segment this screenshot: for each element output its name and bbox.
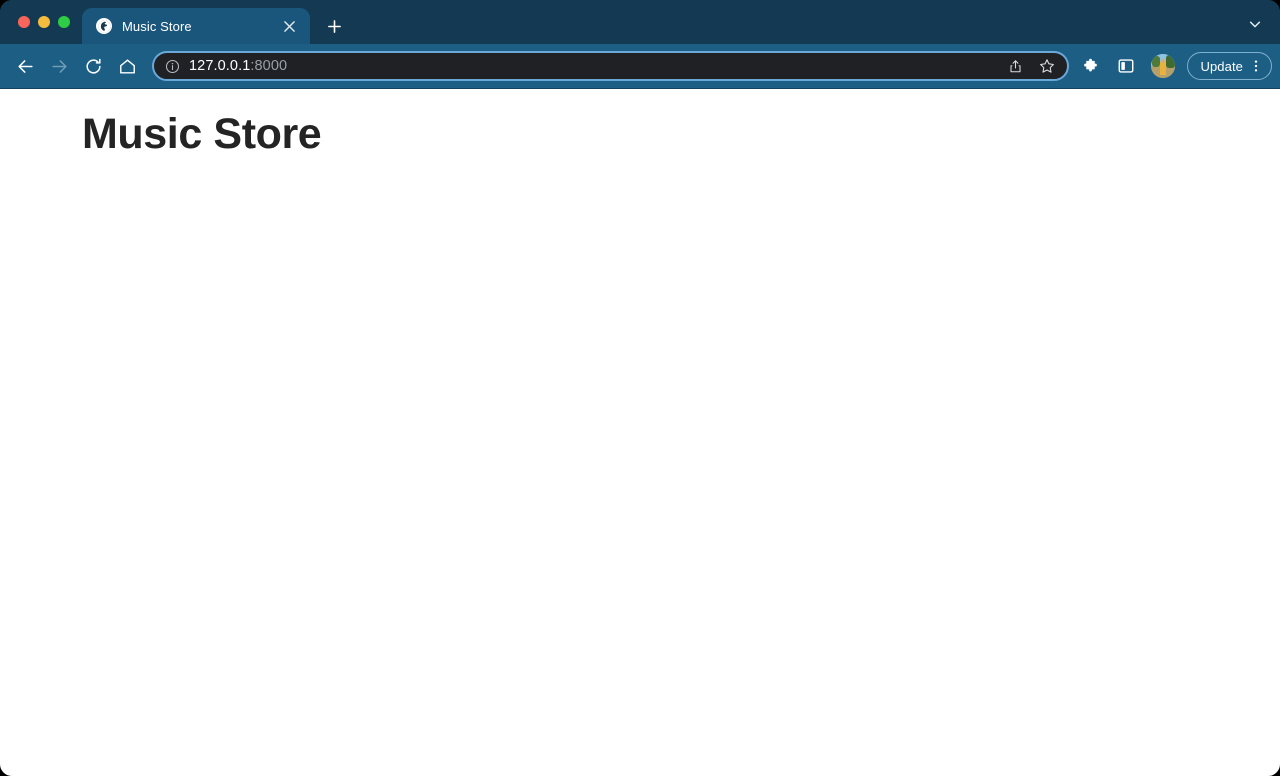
forward-arrow-icon[interactable] [44, 51, 74, 81]
browser-window: Music Store 127.0.0.1:8000 Update Music … [0, 0, 1280, 776]
chevron-down-icon[interactable] [1244, 13, 1266, 35]
window-close-button[interactable] [18, 16, 30, 28]
page-title: Music Store [82, 110, 322, 158]
back-arrow-icon[interactable] [10, 51, 40, 81]
side-panel-icon[interactable] [1111, 51, 1141, 81]
url-host: 127.0.0.1 [189, 58, 251, 74]
info-circle-icon[interactable] [164, 58, 181, 75]
new-tab-button[interactable] [319, 11, 349, 41]
tab-strip: Music Store [0, 0, 1280, 44]
tab-close-icon[interactable] [278, 15, 300, 37]
puzzle-piece-icon[interactable] [1075, 51, 1105, 81]
update-button[interactable]: Update [1187, 52, 1272, 80]
avatar-tree-left [1152, 56, 1161, 67]
update-button-label: Update [1200, 58, 1243, 74]
url-port: :8000 [250, 58, 288, 74]
reload-icon[interactable] [78, 51, 108, 81]
globe-icon [96, 18, 112, 34]
share-icon[interactable] [1003, 54, 1027, 78]
avatar-tree-right [1166, 55, 1176, 68]
profile-avatar[interactable] [1151, 54, 1176, 78]
window-traffic-lights [0, 0, 82, 44]
home-icon[interactable] [112, 51, 142, 81]
window-maximize-button[interactable] [58, 16, 70, 28]
three-dot-menu-icon[interactable] [1245, 55, 1267, 77]
browser-tab-music-store[interactable]: Music Store [82, 8, 310, 44]
avatar-person [1160, 61, 1167, 75]
tab-title: Music Store [122, 18, 192, 34]
browser-toolbar: 127.0.0.1:8000 Update [0, 44, 1280, 89]
star-outline-icon[interactable] [1035, 54, 1059, 78]
address-bar[interactable]: 127.0.0.1:8000 [152, 51, 1070, 81]
address-bar-text: 127.0.0.1:8000 [189, 58, 995, 74]
window-minimize-button[interactable] [38, 16, 50, 28]
page-content: Music Store [0, 89, 1280, 776]
